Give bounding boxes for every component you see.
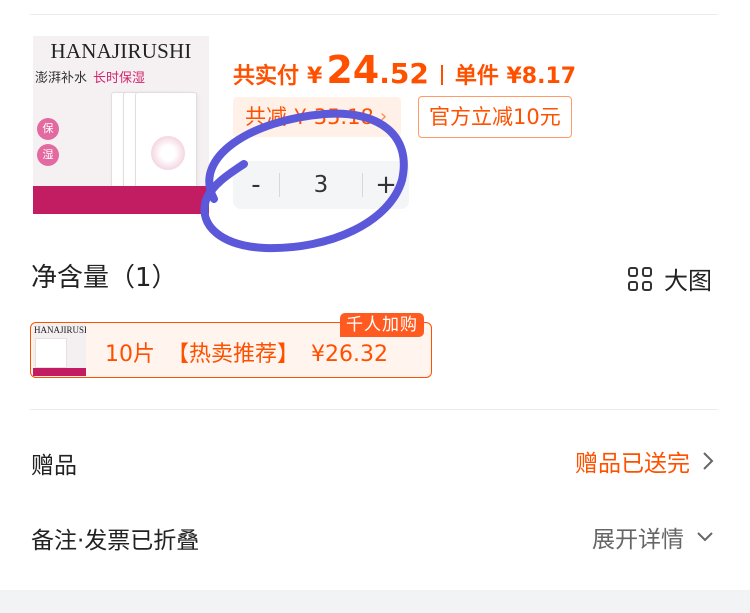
chevron-down-icon bbox=[696, 531, 714, 543]
product-tagline: 澎湃补水 长时保湿 bbox=[35, 67, 145, 86]
spec-option-tag: 【热卖推荐】 bbox=[167, 342, 300, 367]
price-separator bbox=[440, 65, 443, 85]
gift-label: 赠品 bbox=[31, 453, 77, 479]
top-divider bbox=[30, 14, 718, 15]
bottom-background-band bbox=[0, 590, 750, 613]
gift-status: 赠品已送完 bbox=[575, 451, 690, 477]
quantity-stepper: - 3 + bbox=[233, 161, 409, 209]
chevron-right-icon bbox=[702, 451, 714, 471]
spec-option-thumbnail: HANAJIRUSHI bbox=[33, 324, 86, 376]
product-tag-hydration: 澎湃补水 bbox=[35, 71, 88, 86]
product-seal-1: 保 bbox=[37, 118, 59, 140]
product-seal-2: 湿 bbox=[37, 144, 59, 166]
grid-view-icon bbox=[628, 266, 652, 291]
increase-quantity-button[interactable]: + bbox=[363, 161, 409, 209]
quantity-value[interactable]: 3 bbox=[280, 172, 362, 198]
product-brand-text: HANAJIRUSHI bbox=[50, 39, 192, 63]
spec-thumb-band bbox=[33, 368, 86, 376]
remark-invoice-label: 备注·发票已折叠 bbox=[31, 528, 200, 554]
spec-option-size: 10片 bbox=[105, 342, 155, 367]
spec-thumb-pack bbox=[35, 338, 67, 368]
expand-details-label: 展开详情 bbox=[592, 527, 684, 553]
big-view-toggle[interactable]: 大图 bbox=[628, 261, 712, 296]
total-discount-text: 共减 ¥ 35.18 bbox=[245, 105, 374, 129]
popular-badge: 千人加购 bbox=[340, 313, 424, 337]
spec-option-price: ¥26.32 bbox=[311, 342, 388, 367]
product-base-band bbox=[33, 186, 209, 214]
price-row: 共实付 ¥24.52 单件 ¥8.17 bbox=[233, 48, 577, 92]
product-flower-graphic bbox=[151, 136, 185, 170]
official-discount-chip: 官方立减10元 bbox=[418, 96, 572, 138]
chevron-right-icon: › bbox=[379, 106, 388, 127]
unit-price: 单件 ¥8.17 bbox=[454, 64, 577, 89]
decrease-quantity-button[interactable]: - bbox=[233, 161, 279, 209]
total-price-integer: 24 bbox=[326, 48, 380, 92]
big-view-label: 大图 bbox=[664, 267, 712, 295]
spec-section-title: 净含量（1） bbox=[31, 263, 178, 293]
section-divider bbox=[30, 409, 718, 410]
total-currency: ¥ bbox=[307, 64, 323, 89]
product-tag-moisture: 长时保湿 bbox=[93, 71, 146, 86]
total-discount-chip[interactable]: 共减 ¥ 35.18 › bbox=[233, 97, 402, 137]
total-price-decimal: .52 bbox=[379, 57, 429, 90]
total-paid-label: 共实付 bbox=[233, 64, 300, 89]
product-image[interactable]: HANAJIRUSHI 澎湃补水 长时保湿 保 湿 bbox=[33, 36, 209, 214]
spec-option-text: 10片 【热卖推荐】 ¥26.32 bbox=[105, 336, 388, 368]
gift-row-action[interactable]: 赠品已送完 bbox=[575, 444, 714, 478]
spec-thumb-brand: HANAJIRUSHI bbox=[34, 325, 86, 335]
expand-details-button[interactable]: 展开详情 bbox=[592, 520, 714, 554]
